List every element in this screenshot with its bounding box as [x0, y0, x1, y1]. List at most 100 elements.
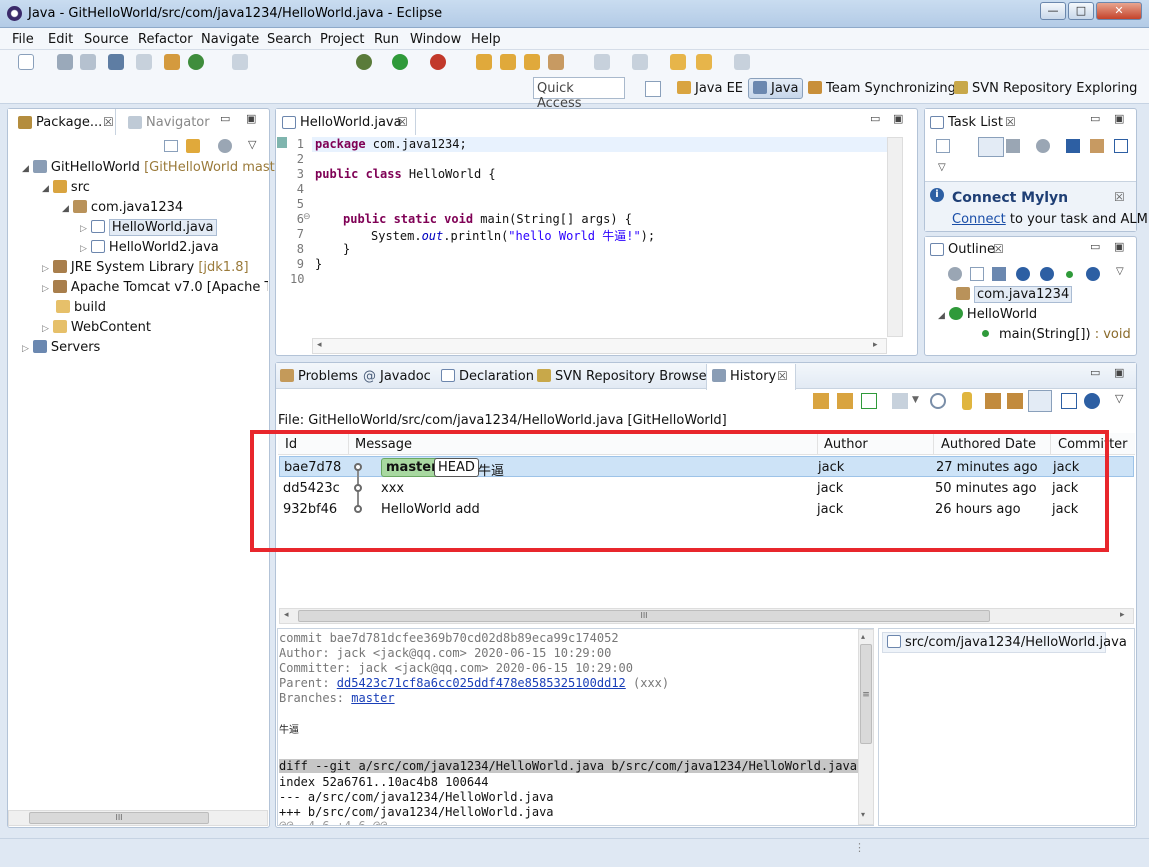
scroll-thumb[interactable]: III [298, 610, 990, 622]
close-icon[interactable]: ☒ [1114, 190, 1125, 204]
sync-icon[interactable] [1090, 139, 1104, 153]
skip-breakpoints-icon[interactable] [136, 54, 152, 70]
code-line-8[interactable]: } [343, 242, 350, 256]
diff-index[interactable]: index 52a6761..10ac4b8 100644 [279, 775, 489, 789]
close-tab-icon[interactable]: ☒ [777, 369, 788, 383]
maximize-view-icon[interactable]: ▣ [1114, 366, 1124, 379]
chevron-down-icon[interactable]: ▼ [912, 395, 919, 405]
code-line-9[interactable]: } [315, 257, 322, 271]
scroll-thumb[interactable]: ≡ [860, 644, 872, 744]
chevron-down-icon[interactable]: ▽ [1115, 392, 1123, 405]
run-last-icon[interactable] [430, 54, 446, 70]
annotation-icon[interactable] [594, 54, 610, 70]
detail-vscroll[interactable]: ▴ ≡ ▾ [858, 629, 874, 825]
maximize-view-icon[interactable]: ▣ [246, 112, 256, 125]
column-message[interactable]: Message [355, 437, 412, 452]
commit-author-line[interactable]: Author: jack <jack@qq.com> 2020-06-15 10… [279, 646, 611, 660]
column-divider[interactable] [1050, 434, 1051, 454]
search-icon[interactable] [524, 54, 540, 70]
code-line-3[interactable]: public class HelloWorld { [315, 167, 496, 181]
filter-icon[interactable] [1066, 139, 1080, 153]
changed-file-item[interactable]: src/com/java1234/HelloWorld.java [882, 632, 1127, 653]
close-button[interactable]: ✕ [1096, 2, 1142, 20]
perspective-svn[interactable]: SVN Repository Exploring [954, 81, 1137, 96]
diff-plus[interactable]: +++ b/src/com/java1234/HelloWorld.java [279, 805, 554, 819]
chevron-down-icon[interactable]: ▽ [248, 138, 256, 151]
column-divider[interactable] [348, 434, 349, 454]
minimize-view-icon[interactable]: ▭ [220, 112, 230, 125]
menu-navigate[interactable]: Navigate [201, 32, 259, 47]
branch-icon[interactable] [962, 392, 972, 410]
column-id[interactable]: Id [285, 437, 297, 452]
menu-window[interactable]: Window [410, 32, 461, 47]
history-row[interactable]: dd5423c xxx jack 50 minutes ago jack [279, 478, 1134, 499]
tree-item-project[interactable]: ◢ GitHelloWorld [GitHelloWorld master] [22, 160, 293, 175]
menu-source[interactable]: Source [84, 32, 129, 47]
column-authored-date[interactable]: Authored Date [941, 437, 1036, 452]
maximize-view-icon[interactable]: ▣ [893, 112, 903, 125]
fold-icon[interactable]: ⊖ [303, 212, 311, 222]
outline-item-method[interactable]: main(String[]) : void [982, 327, 1131, 342]
diff-header[interactable]: diff --git a/src/com/java1234/HelloWorld… [279, 759, 859, 773]
open-perspective-icon[interactable] [645, 81, 661, 97]
minimize-view-icon[interactable]: ▭ [1090, 112, 1100, 125]
new-icon[interactable] [18, 54, 34, 70]
open-type-icon[interactable] [476, 54, 492, 70]
hide-static-icon[interactable] [1040, 267, 1054, 281]
menu-help[interactable]: Help [471, 32, 501, 47]
package-explorer-hscroll[interactable]: III [8, 810, 268, 826]
column-divider[interactable] [933, 434, 934, 454]
filter-icon[interactable] [892, 393, 908, 409]
history-row[interactable]: bae7d78 master HEAD 牛逼 jack 27 minutes a… [279, 456, 1134, 479]
quick-access-input[interactable]: Quick Access [533, 77, 625, 111]
tab-navigator[interactable]: Navigator [146, 115, 210, 130]
chevron-down-icon[interactable]: ▽ [938, 162, 946, 173]
sort-icon[interactable] [992, 267, 1006, 281]
last-edit-icon[interactable] [670, 54, 686, 70]
collapse-icon[interactable] [1114, 139, 1128, 153]
minimize-view-icon[interactable]: ▭ [870, 112, 880, 125]
commit-message-body[interactable]: 牛逼 [279, 721, 299, 736]
maximize-button[interactable]: □ [1068, 2, 1094, 20]
maximize-view-icon[interactable]: ▣ [1114, 112, 1124, 125]
hide-local-types-icon[interactable] [1086, 267, 1100, 281]
external-tools-icon[interactable] [356, 54, 372, 70]
forward-icon[interactable] [734, 54, 750, 70]
save-icon[interactable] [57, 54, 73, 70]
menu-edit[interactable]: Edit [48, 32, 73, 47]
scroll-down-icon[interactable]: ▾ [861, 810, 865, 819]
scroll-left-icon[interactable]: ◂ [317, 340, 322, 350]
tree-item-build[interactable]: build [56, 300, 106, 315]
diff-hunk[interactable]: @@ -4,6 +4,6 @@ [279, 819, 387, 825]
debug-icon[interactable] [232, 54, 248, 70]
commit-hash[interactable]: commit bae7d781dcfee369b70cd02d8b89eca99… [279, 631, 619, 645]
scroll-right-icon[interactable]: ▸ [1120, 610, 1125, 620]
layout-icon[interactable] [1061, 393, 1077, 409]
diff-minus[interactable]: --- a/src/com/java1234/HelloWorld.java [279, 790, 554, 804]
new-java-project-icon[interactable] [164, 54, 180, 70]
collapse-all-icon[interactable] [970, 267, 984, 281]
menu-file[interactable]: File [12, 32, 34, 47]
link-editor-icon[interactable] [186, 139, 200, 153]
close-tab-icon[interactable]: ☒ [1005, 115, 1016, 129]
editor-hscroll[interactable]: ◂ ▸ [312, 338, 887, 354]
additional-refs-icon[interactable] [1007, 393, 1023, 409]
compare-mode-icon[interactable] [813, 393, 829, 409]
tree-item-servers[interactable]: ▷ Servers [22, 340, 100, 355]
tree-item-src[interactable]: ◢ src [42, 180, 90, 195]
commit-committer-line[interactable]: Committer: jack <jack@qq.com> 2020-06-15… [279, 661, 633, 675]
close-tab-icon[interactable]: ☒ [993, 242, 1004, 256]
open-task-icon[interactable] [500, 54, 516, 70]
column-divider[interactable] [817, 434, 818, 454]
outline-item-class[interactable]: ◢ HelloWorld [938, 307, 1037, 322]
pin-icon[interactable] [861, 393, 877, 409]
column-author[interactable]: Author [824, 437, 868, 452]
scroll-up-icon[interactable]: ▴ [861, 632, 865, 641]
settings-icon[interactable] [1084, 393, 1100, 409]
chevron-down-icon[interactable]: ▽ [1116, 266, 1124, 277]
perspective-java-ee[interactable]: Java EE [677, 81, 743, 96]
minimize-button[interactable]: — [1040, 2, 1066, 20]
scroll-thumb[interactable]: III [29, 812, 209, 824]
editor-vscroll[interactable] [887, 137, 903, 337]
close-tab-icon[interactable]: ☒ [397, 115, 408, 129]
